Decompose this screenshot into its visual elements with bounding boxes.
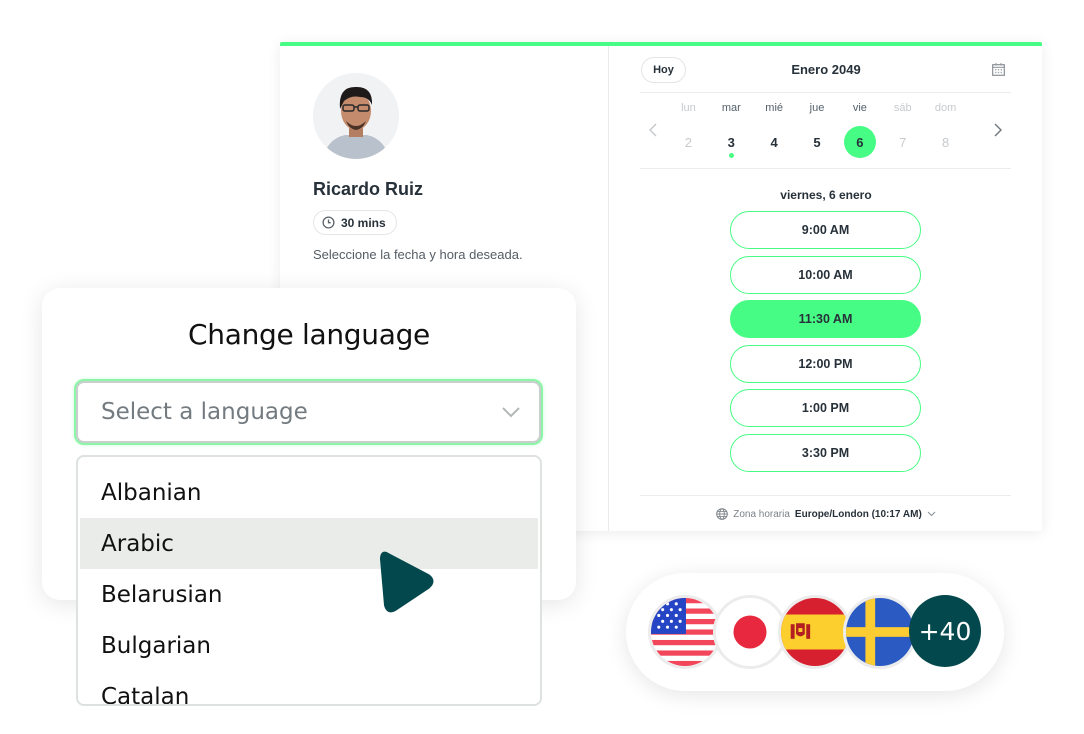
- day-number[interactable]: 4: [758, 126, 790, 158]
- day-name: jue: [809, 102, 825, 114]
- day-name: vie: [852, 102, 867, 114]
- language-option[interactable]: Catalan: [78, 671, 540, 705]
- change-language-title: Change language: [188, 318, 430, 351]
- duration-label: 30 mins: [341, 215, 386, 230]
- time-slot[interactable]: 12:00 PM: [730, 344, 921, 383]
- globe-icon: [716, 508, 729, 520]
- language-dropdown-list[interactable]: Albanian Arabic Belarusian Bulgarian Cat…: [76, 455, 542, 706]
- calendar-icon[interactable]: [992, 63, 1005, 76]
- day-cell: sáb 7: [881, 102, 924, 158]
- day-number[interactable]: 6: [843, 126, 876, 158]
- day-cell-selected[interactable]: vie 6: [838, 102, 881, 158]
- day-number: 7: [899, 134, 907, 150]
- language-option-hovered[interactable]: Arabic: [80, 518, 538, 569]
- day-cell[interactable]: mié 4: [753, 102, 796, 158]
- cursor-pointer-icon: [380, 551, 434, 613]
- time-slot[interactable]: 10:00 AM: [730, 255, 921, 294]
- language-option[interactable]: Albanian: [78, 467, 540, 518]
- day-number: 2: [684, 134, 693, 150]
- divider: [640, 168, 1011, 169]
- language-option[interactable]: Bulgarian: [78, 620, 540, 671]
- day-name: lun: [681, 102, 696, 114]
- day-name: mié: [765, 102, 784, 114]
- supported-languages-flags: +40: [626, 573, 1004, 691]
- month-title: Enero 2049: [791, 62, 861, 77]
- today-indicator: [728, 153, 734, 158]
- day-number: 8: [941, 134, 950, 150]
- day-cell: lun 2: [667, 102, 710, 158]
- day-cell: dom 8: [924, 102, 967, 158]
- timezone-selector[interactable]: Zona horaria Europe/London (10:17 AM): [610, 508, 1042, 520]
- language-option[interactable]: Belarusian: [78, 569, 540, 620]
- divider: [640, 92, 1011, 93]
- day-cell[interactable]: jue 5: [796, 102, 839, 158]
- time-slot-list: 9:00 AM 10:00 AM 11:30 AM 12:00 PM 1:00 …: [730, 211, 921, 478]
- language-select-placeholder: Select a language: [101, 399, 308, 425]
- divider: [640, 495, 1011, 496]
- japan-flag-icon: [713, 595, 787, 669]
- host-avatar: [313, 73, 399, 159]
- day-cell[interactable]: mar 3: [710, 102, 753, 158]
- selected-date-label: viernes, 6 enero: [780, 188, 872, 202]
- next-week-button[interactable]: [991, 121, 1005, 139]
- spain-flag-icon: [778, 595, 852, 669]
- time-slot[interactable]: 9:00 AM: [730, 211, 921, 249]
- instructions-text: Seleccione la fecha y hora deseada.: [313, 247, 523, 262]
- day-name: mar: [721, 102, 741, 114]
- host-name: Ricardo Ruiz: [313, 179, 424, 199]
- time-slot[interactable]: 1:00 PM: [730, 389, 921, 427]
- calendar-panel: Hoy Enero 2049 lun 2 mar 3 mié 4 jue 5 v…: [610, 46, 1042, 531]
- more-languages-badge: +40: [909, 595, 981, 667]
- sweden-flag-icon: [843, 595, 917, 669]
- day-number[interactable]: 5: [801, 126, 833, 158]
- time-slot[interactable]: 3:30 PM: [730, 433, 921, 472]
- chevron-down-icon: [927, 511, 936, 517]
- time-slot-selected[interactable]: 11:30 AM: [730, 300, 921, 338]
- duration-badge: 30 mins: [313, 210, 397, 235]
- clock-icon: [322, 216, 335, 229]
- timezone-label: Zona horaria: [733, 508, 790, 520]
- week-strip: lun 2 mar 3 mié 4 jue 5 vie 6 sáb 7 dom …: [667, 102, 967, 158]
- day-name: dom: [934, 102, 957, 114]
- previous-week-button[interactable]: [646, 121, 660, 139]
- day-name: sáb: [893, 102, 912, 114]
- chevron-down-icon: [502, 407, 520, 418]
- chevron-right-icon: [994, 123, 1002, 137]
- us-flag-icon: [648, 595, 722, 669]
- chevron-left-icon: [649, 123, 657, 137]
- timezone-value: Europe/London (10:17 AM): [794, 508, 922, 520]
- language-select[interactable]: Select a language: [76, 381, 541, 443]
